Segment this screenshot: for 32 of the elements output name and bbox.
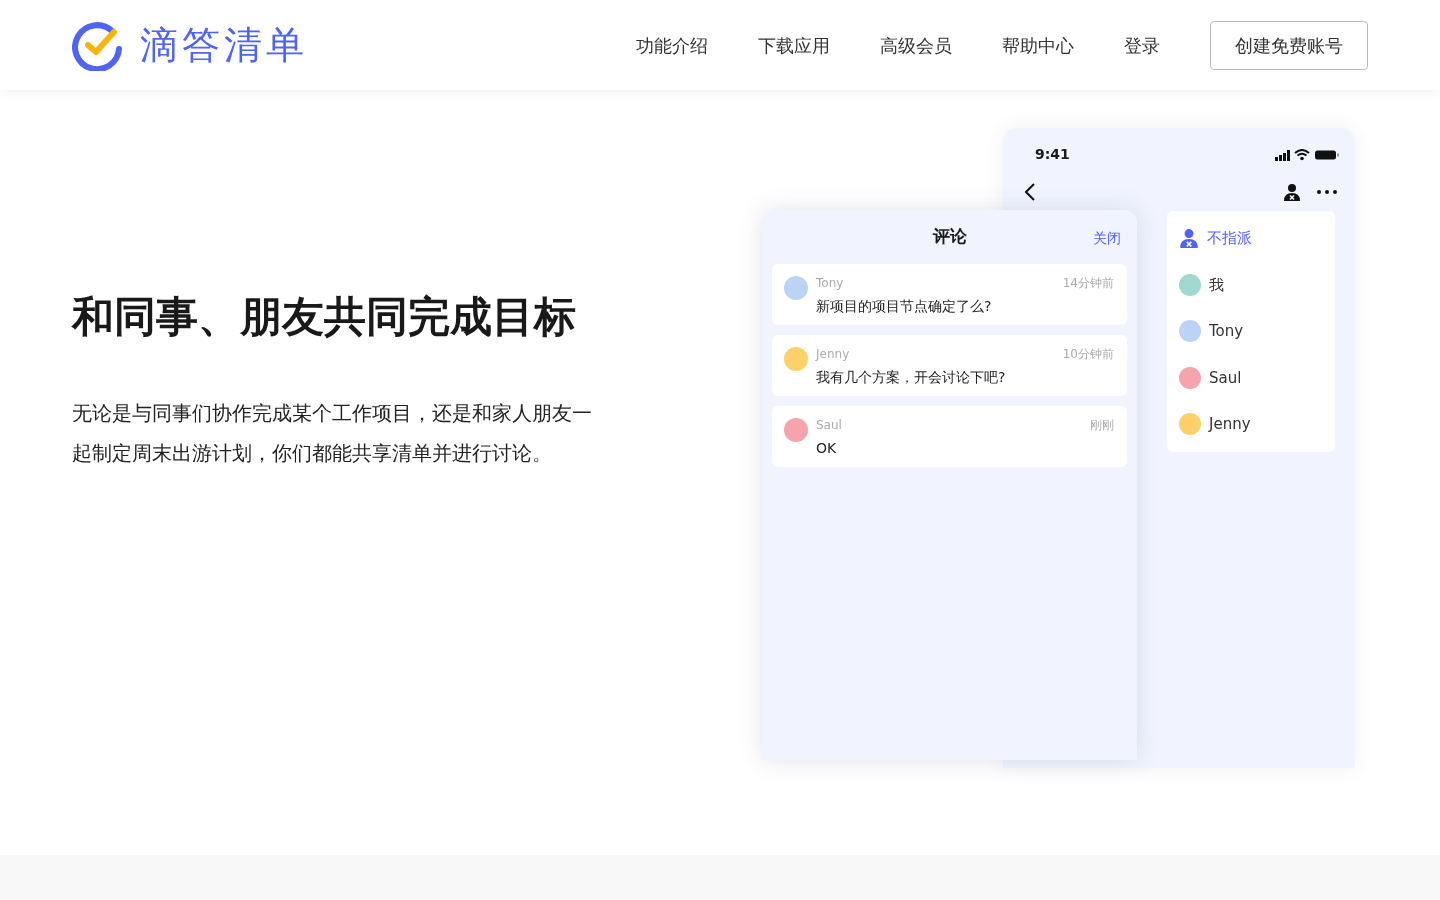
comment-time: 刚刚 xyxy=(1090,417,1114,434)
assignee-item[interactable]: Tony xyxy=(1167,308,1335,355)
status-time: 9:41 xyxy=(1035,145,1070,164)
close-link[interactable]: 关闭 xyxy=(1093,228,1121,249)
hero-title: 和同事、朋友共同完成目标 xyxy=(72,292,577,343)
nav-link[interactable]: 登录 xyxy=(1124,31,1160,59)
nav-link[interactable]: 帮助中心 xyxy=(1002,31,1074,59)
comment-author: Saul xyxy=(816,417,842,434)
nav-link[interactable]: 功能介绍 xyxy=(636,31,708,59)
comment-text: OK xyxy=(816,439,838,458)
assignee-item[interactable]: Saul xyxy=(1167,354,1335,401)
nav-link[interactable]: 高级会员 xyxy=(880,31,952,59)
comment-time: 10分钟前 xyxy=(1062,346,1114,363)
assignee-item[interactable]: 我 xyxy=(1167,261,1335,308)
person-icon[interactable] xyxy=(1283,183,1301,201)
logo-icon xyxy=(72,19,124,71)
comment-author: Jenny xyxy=(816,346,850,363)
status-icons-drawing xyxy=(1275,148,1339,161)
back-icon[interactable] xyxy=(1025,183,1035,201)
comment-text: 我有几个方案，开会讨论下吧? xyxy=(816,368,1007,387)
more-icon[interactable] xyxy=(1317,190,1337,194)
panel-title: 评论 xyxy=(932,225,967,249)
comment-time: 14分钟前 xyxy=(1062,275,1114,292)
assignee-item[interactable]: Jenny xyxy=(1167,401,1335,448)
logo-text: 滴答清单 xyxy=(140,21,308,69)
nav-link[interactable]: 下载应用 xyxy=(758,31,830,59)
assignee-item[interactable]: 不指派 xyxy=(1167,215,1335,262)
comment-author: Tony xyxy=(816,275,844,292)
hero-description: 无论是与同事们协作完成某个工作项目，还是和家人朋友一起制定周末出游计划，你们都能共享清单并进行讨论。 xyxy=(72,399,593,467)
unassign-icon xyxy=(1179,228,1199,249)
comment-text: 新项目的项目节点确定了么? xyxy=(816,297,993,316)
signup-button[interactable]: 创建免费账号 xyxy=(1210,20,1368,70)
